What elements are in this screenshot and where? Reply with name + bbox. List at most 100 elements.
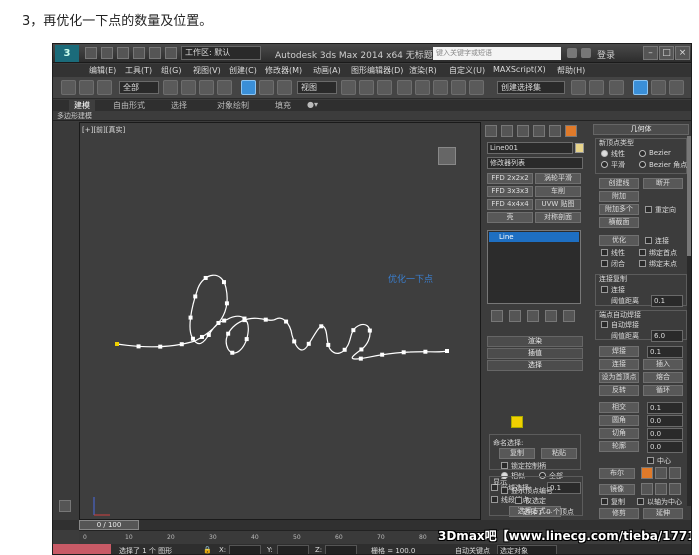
rotate-icon[interactable] bbox=[259, 80, 274, 95]
mirror-icon[interactable] bbox=[571, 80, 586, 95]
spline-vertex[interactable] bbox=[230, 350, 235, 355]
binoculars-icon[interactable] bbox=[567, 48, 577, 58]
spinner-snap-icon[interactable] bbox=[451, 80, 466, 95]
about-pivot-checkbox[interactable] bbox=[637, 498, 644, 505]
outline-value[interactable]: 0.0 bbox=[647, 441, 683, 453]
menu-maxscript[interactable]: MAXScript(X) bbox=[493, 65, 546, 74]
vertex-mode-icon[interactable] bbox=[511, 416, 523, 428]
stack-item-line[interactable]: Line bbox=[489, 232, 579, 242]
select-manipulate-icon[interactable] bbox=[359, 80, 374, 95]
fillet-button[interactable]: 圆角 bbox=[599, 415, 639, 426]
minimize-button[interactable]: – bbox=[643, 46, 658, 60]
auto-weld-checkbox[interactable] bbox=[601, 321, 608, 328]
spline-vertex[interactable] bbox=[263, 317, 268, 322]
mod-uvw-button[interactable]: UVW 贴图 bbox=[535, 199, 581, 210]
save-file-icon[interactable] bbox=[117, 47, 129, 59]
mod-shell-button[interactable]: 壳 bbox=[487, 212, 533, 223]
spline-vertex[interactable] bbox=[380, 352, 385, 357]
spline-vertex[interactable] bbox=[224, 301, 229, 306]
star-icon[interactable] bbox=[581, 48, 591, 58]
menu-tools[interactable]: 工具(T) bbox=[125, 65, 152, 76]
scale-icon[interactable] bbox=[277, 80, 292, 95]
menu-edit[interactable]: 编辑(E) bbox=[89, 65, 116, 76]
spline-vertex[interactable] bbox=[158, 344, 163, 349]
object-name-field[interactable]: Line001 bbox=[487, 142, 573, 154]
love-spline[interactable] bbox=[80, 123, 482, 521]
cycle-button[interactable]: 循环 bbox=[643, 385, 683, 396]
trim-button[interactable]: 修剪 bbox=[599, 508, 639, 519]
keyboard-shortcut-icon[interactable] bbox=[377, 80, 392, 95]
subtract-icon[interactable] bbox=[655, 467, 667, 479]
mirror-v-icon[interactable] bbox=[655, 483, 667, 495]
spline-vertex[interactable] bbox=[193, 294, 198, 299]
spline-vertex[interactable] bbox=[226, 331, 231, 336]
new-file-icon[interactable] bbox=[85, 47, 97, 59]
align-icon[interactable] bbox=[589, 80, 604, 95]
spline-vertex[interactable] bbox=[222, 318, 227, 323]
intersect-icon[interactable] bbox=[669, 467, 681, 479]
outline-button[interactable]: 轮廓 bbox=[599, 441, 639, 452]
spline-vertex[interactable] bbox=[206, 332, 211, 337]
ribbon-tab-selection[interactable]: 选择 bbox=[171, 100, 187, 111]
mirror-copy-checkbox[interactable] bbox=[601, 498, 608, 505]
x-coord-field[interactable] bbox=[229, 545, 261, 554]
move-icon[interactable] bbox=[241, 80, 256, 95]
linear-radio[interactable] bbox=[601, 150, 608, 157]
mod-turbosmooth-button[interactable]: 涡轮平滑 bbox=[535, 173, 581, 184]
pivot-center-icon[interactable] bbox=[341, 80, 356, 95]
bind-spacewarp-icon[interactable] bbox=[97, 80, 112, 95]
app-logo[interactable]: 3 bbox=[55, 45, 79, 62]
chamfer-value[interactable]: 0.0 bbox=[647, 428, 683, 440]
rollout-geometry[interactable]: 几何体 bbox=[593, 124, 689, 135]
ribbon-tab-modeling[interactable]: 建模 bbox=[69, 100, 95, 111]
material-editor-icon[interactable] bbox=[633, 80, 648, 95]
boolean-button[interactable]: 布尔 bbox=[599, 468, 635, 479]
spline-vertex[interactable] bbox=[423, 349, 428, 354]
maxscript-listener[interactable] bbox=[53, 544, 111, 554]
spline-vertex[interactable] bbox=[342, 347, 347, 352]
modify-tab-icon[interactable] bbox=[501, 125, 513, 137]
menu-animation[interactable]: 动画(A) bbox=[313, 65, 341, 76]
modifier-stack[interactable]: Line bbox=[487, 230, 581, 304]
spline-vertex[interactable] bbox=[292, 339, 297, 344]
cross-insert-button[interactable]: 相交 bbox=[599, 402, 639, 413]
create-line-button[interactable]: 创建线 bbox=[599, 178, 639, 189]
utilities-tab-icon[interactable] bbox=[565, 125, 577, 137]
motion-tab-icon[interactable] bbox=[533, 125, 545, 137]
spline-vertex[interactable] bbox=[351, 328, 356, 333]
edit-named-selection-icon[interactable] bbox=[469, 80, 484, 95]
set-key-dropdown[interactable]: 选定对象 bbox=[497, 545, 557, 554]
spline-vertex[interactable] bbox=[199, 334, 204, 339]
reverse-button[interactable]: 反转 bbox=[599, 385, 639, 396]
ribbon-options-icon[interactable]: ●▾ bbox=[307, 100, 318, 109]
track-bar[interactable]: 0 10 20 30 40 50 60 70 80 90 bbox=[79, 530, 499, 544]
redo-icon[interactable] bbox=[149, 47, 161, 59]
paste-selection-button[interactable]: 粘贴 bbox=[541, 448, 577, 459]
reorient-checkbox[interactable] bbox=[645, 206, 652, 213]
show-end-result-icon[interactable] bbox=[509, 310, 521, 322]
spline-vertex[interactable] bbox=[244, 337, 249, 342]
named-selection-dropdown[interactable]: 创建选择集 bbox=[497, 81, 565, 94]
spline-vertex[interactable] bbox=[203, 275, 208, 280]
select-by-name-icon[interactable] bbox=[181, 80, 196, 95]
remove-modifier-icon[interactable] bbox=[545, 310, 557, 322]
only-selected-checkbox[interactable] bbox=[515, 497, 522, 504]
viewport-front[interactable]: [+][前][真实] 优化一下点 bbox=[79, 122, 481, 520]
weld-threshold-value[interactable]: 6.0 bbox=[651, 330, 683, 342]
close-button[interactable]: × bbox=[675, 46, 690, 60]
bind-last-checkbox[interactable] bbox=[639, 260, 646, 267]
scrollbar-thumb[interactable] bbox=[687, 136, 691, 256]
hierarchy-tab-icon[interactable] bbox=[517, 125, 529, 137]
workspace-dropdown[interactable]: 工作区: 默认 bbox=[181, 46, 261, 60]
smooth-radio[interactable] bbox=[601, 161, 608, 168]
closed-checkbox[interactable] bbox=[601, 260, 608, 267]
angle-snap-icon[interactable] bbox=[415, 80, 430, 95]
threshold-value[interactable]: 0.1 bbox=[651, 295, 683, 307]
mod-ffd333-button[interactable]: FFD 3x3x3 bbox=[487, 186, 533, 197]
cross-section-button[interactable]: 横截面 bbox=[599, 217, 639, 228]
object-color-swatch[interactable] bbox=[575, 143, 584, 153]
spline-vertex[interactable] bbox=[319, 324, 324, 329]
render-icon[interactable] bbox=[669, 80, 684, 95]
cross-insert-value[interactable]: 0.1 bbox=[647, 402, 683, 414]
menu-modifiers[interactable]: 修改器(M) bbox=[265, 65, 302, 76]
